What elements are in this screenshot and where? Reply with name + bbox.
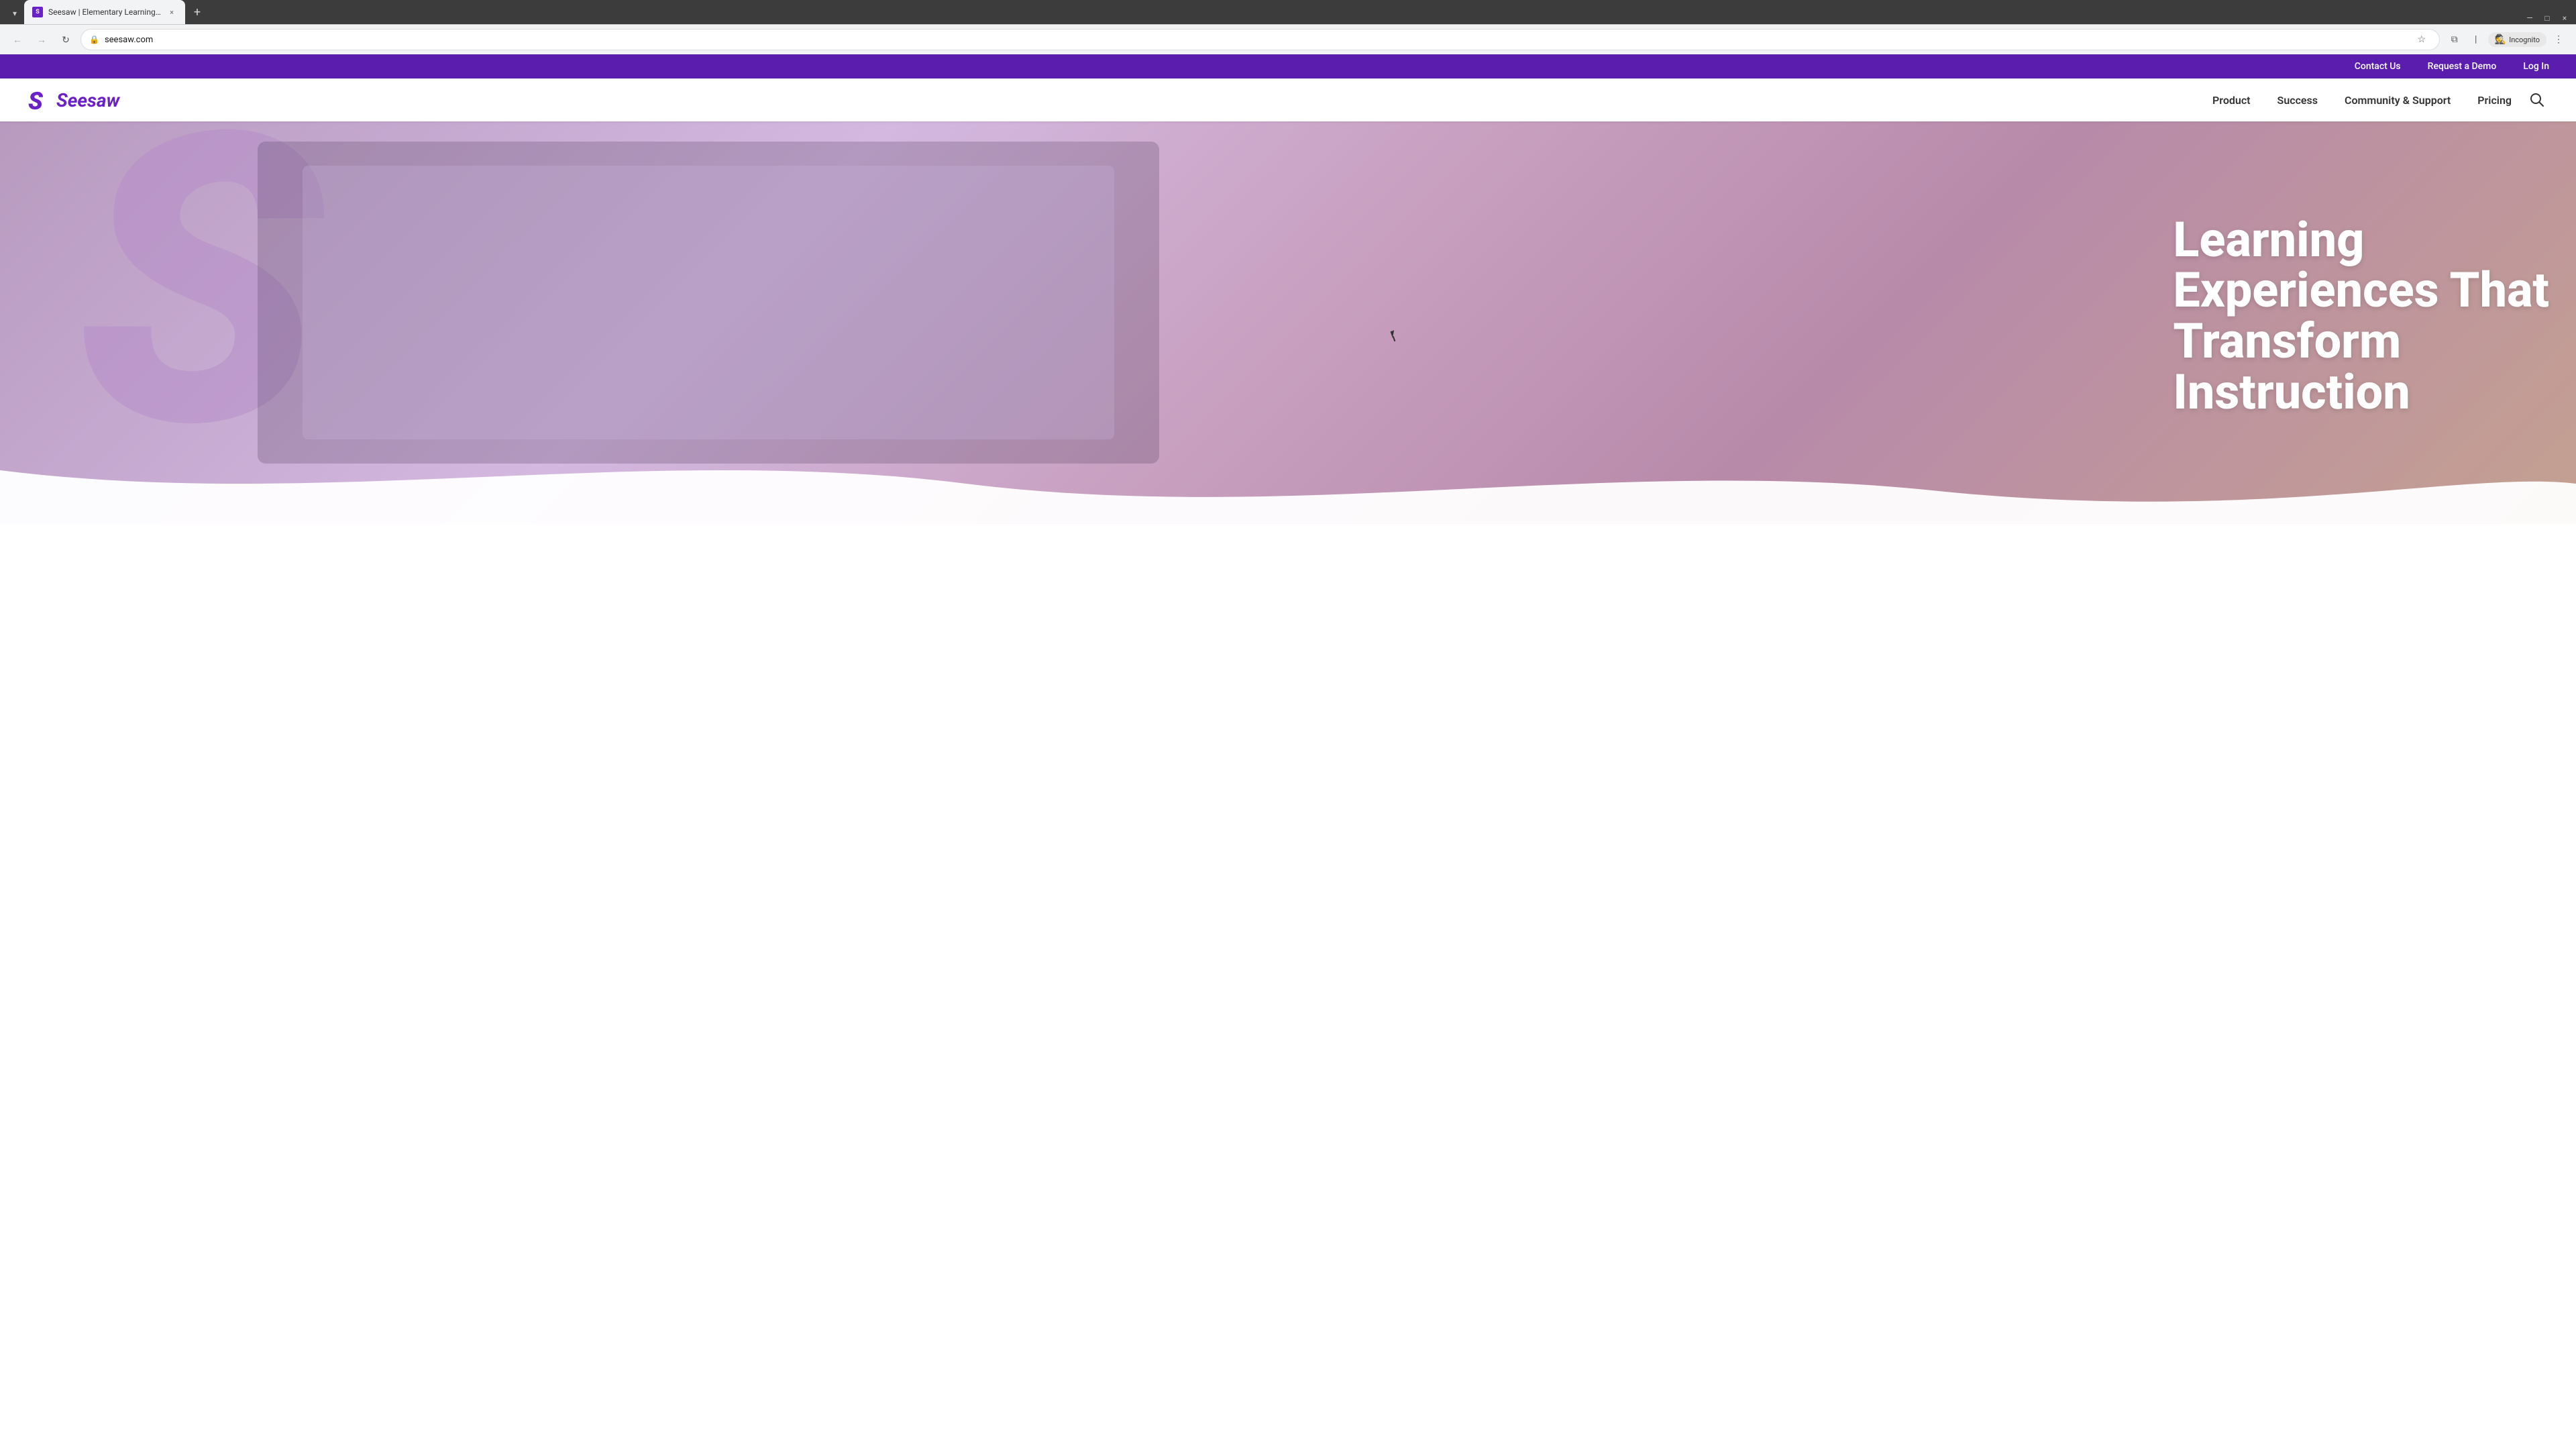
- logo-icon: S: [27, 87, 54, 113]
- nav-success[interactable]: Success: [2277, 89, 2318, 112]
- browser-actions: ⧉ | 🕵 Incognito ⋮: [2445, 30, 2568, 49]
- active-tab[interactable]: S Seesaw | Elementary Learning E... ×: [24, 0, 185, 24]
- request-demo-link[interactable]: Request a Demo: [2428, 61, 2497, 72]
- window-controls: — □ ×: [2524, 12, 2571, 24]
- tab-bar: ▾ S Seesaw | Elementary Learning E... × …: [0, 0, 2576, 24]
- address-bar[interactable]: 🔒 seesaw.com ☆: [80, 29, 2440, 50]
- close-btn[interactable]: ×: [2559, 12, 2571, 24]
- hero-wave: [0, 443, 2576, 524]
- logo-text: Seesaw: [56, 89, 120, 111]
- browser-chrome: ▾ S Seesaw | Elementary Learning E... × …: [0, 0, 2576, 54]
- incognito-label: Incognito: [2509, 36, 2540, 44]
- search-icon: [2530, 93, 2544, 107]
- main-nav: S Seesaw Product Success Community & Sup…: [0, 78, 2576, 121]
- bookmark-icon[interactable]: ☆: [2412, 30, 2431, 49]
- url-text: seesaw.com: [105, 35, 2407, 45]
- more-options-btn[interactable]: ⋮: [2549, 30, 2568, 49]
- tab-favicon: S: [32, 7, 43, 17]
- hero-headline-line2: Experiences That: [2173, 262, 2549, 319]
- new-tab-btn[interactable]: +: [188, 3, 207, 21]
- login-link[interactable]: Log In: [2523, 61, 2549, 72]
- profile-separator: |: [2467, 30, 2485, 49]
- hero-headline-line1: Learning: [2173, 211, 2364, 268]
- incognito-badge[interactable]: 🕵 Incognito: [2488, 32, 2546, 47]
- nav-product[interactable]: Product: [2212, 89, 2251, 112]
- svg-text:S: S: [28, 87, 44, 113]
- search-btn[interactable]: [2525, 88, 2549, 112]
- tab-dropdown-btn[interactable]: ▾: [5, 3, 24, 24]
- hero-headline: Learning Experiences That Transform Inst…: [2173, 215, 2549, 417]
- maximize-btn[interactable]: □: [2541, 12, 2553, 24]
- secure-icon: 🔒: [89, 35, 99, 44]
- address-bar-row: ← → ↻ 🔒 seesaw.com ☆ ⧉ | 🕵 Incognito ⋮: [0, 24, 2576, 54]
- minimize-btn[interactable]: —: [2524, 12, 2536, 24]
- forward-btn[interactable]: →: [32, 30, 51, 49]
- contact-us-link[interactable]: Contact Us: [2355, 61, 2401, 72]
- nav-links: Product Success Community & Support Pric…: [2212, 89, 2512, 112]
- tab-close-btn[interactable]: ×: [166, 7, 177, 17]
- hero-headline-line3: Transform: [2173, 313, 2401, 370]
- logo-link[interactable]: S Seesaw: [27, 87, 120, 113]
- back-btn[interactable]: ←: [8, 30, 27, 49]
- nav-pricing[interactable]: Pricing: [2477, 89, 2512, 112]
- hero-headline-line4: Instruction: [2173, 364, 2410, 421]
- hero-section: S Learning Experiences That Transform In…: [0, 121, 2576, 524]
- site-wrapper: Contact Us Request a Demo Log In S Seesa…: [0, 54, 2576, 524]
- tab-title: Seesaw | Elementary Learning E...: [48, 7, 161, 17]
- utility-bar: Contact Us Request a Demo Log In: [0, 54, 2576, 78]
- extensions-btn[interactable]: ⧉: [2445, 30, 2464, 49]
- refresh-btn[interactable]: ↻: [56, 30, 75, 49]
- nav-community-support[interactable]: Community & Support: [2345, 89, 2451, 112]
